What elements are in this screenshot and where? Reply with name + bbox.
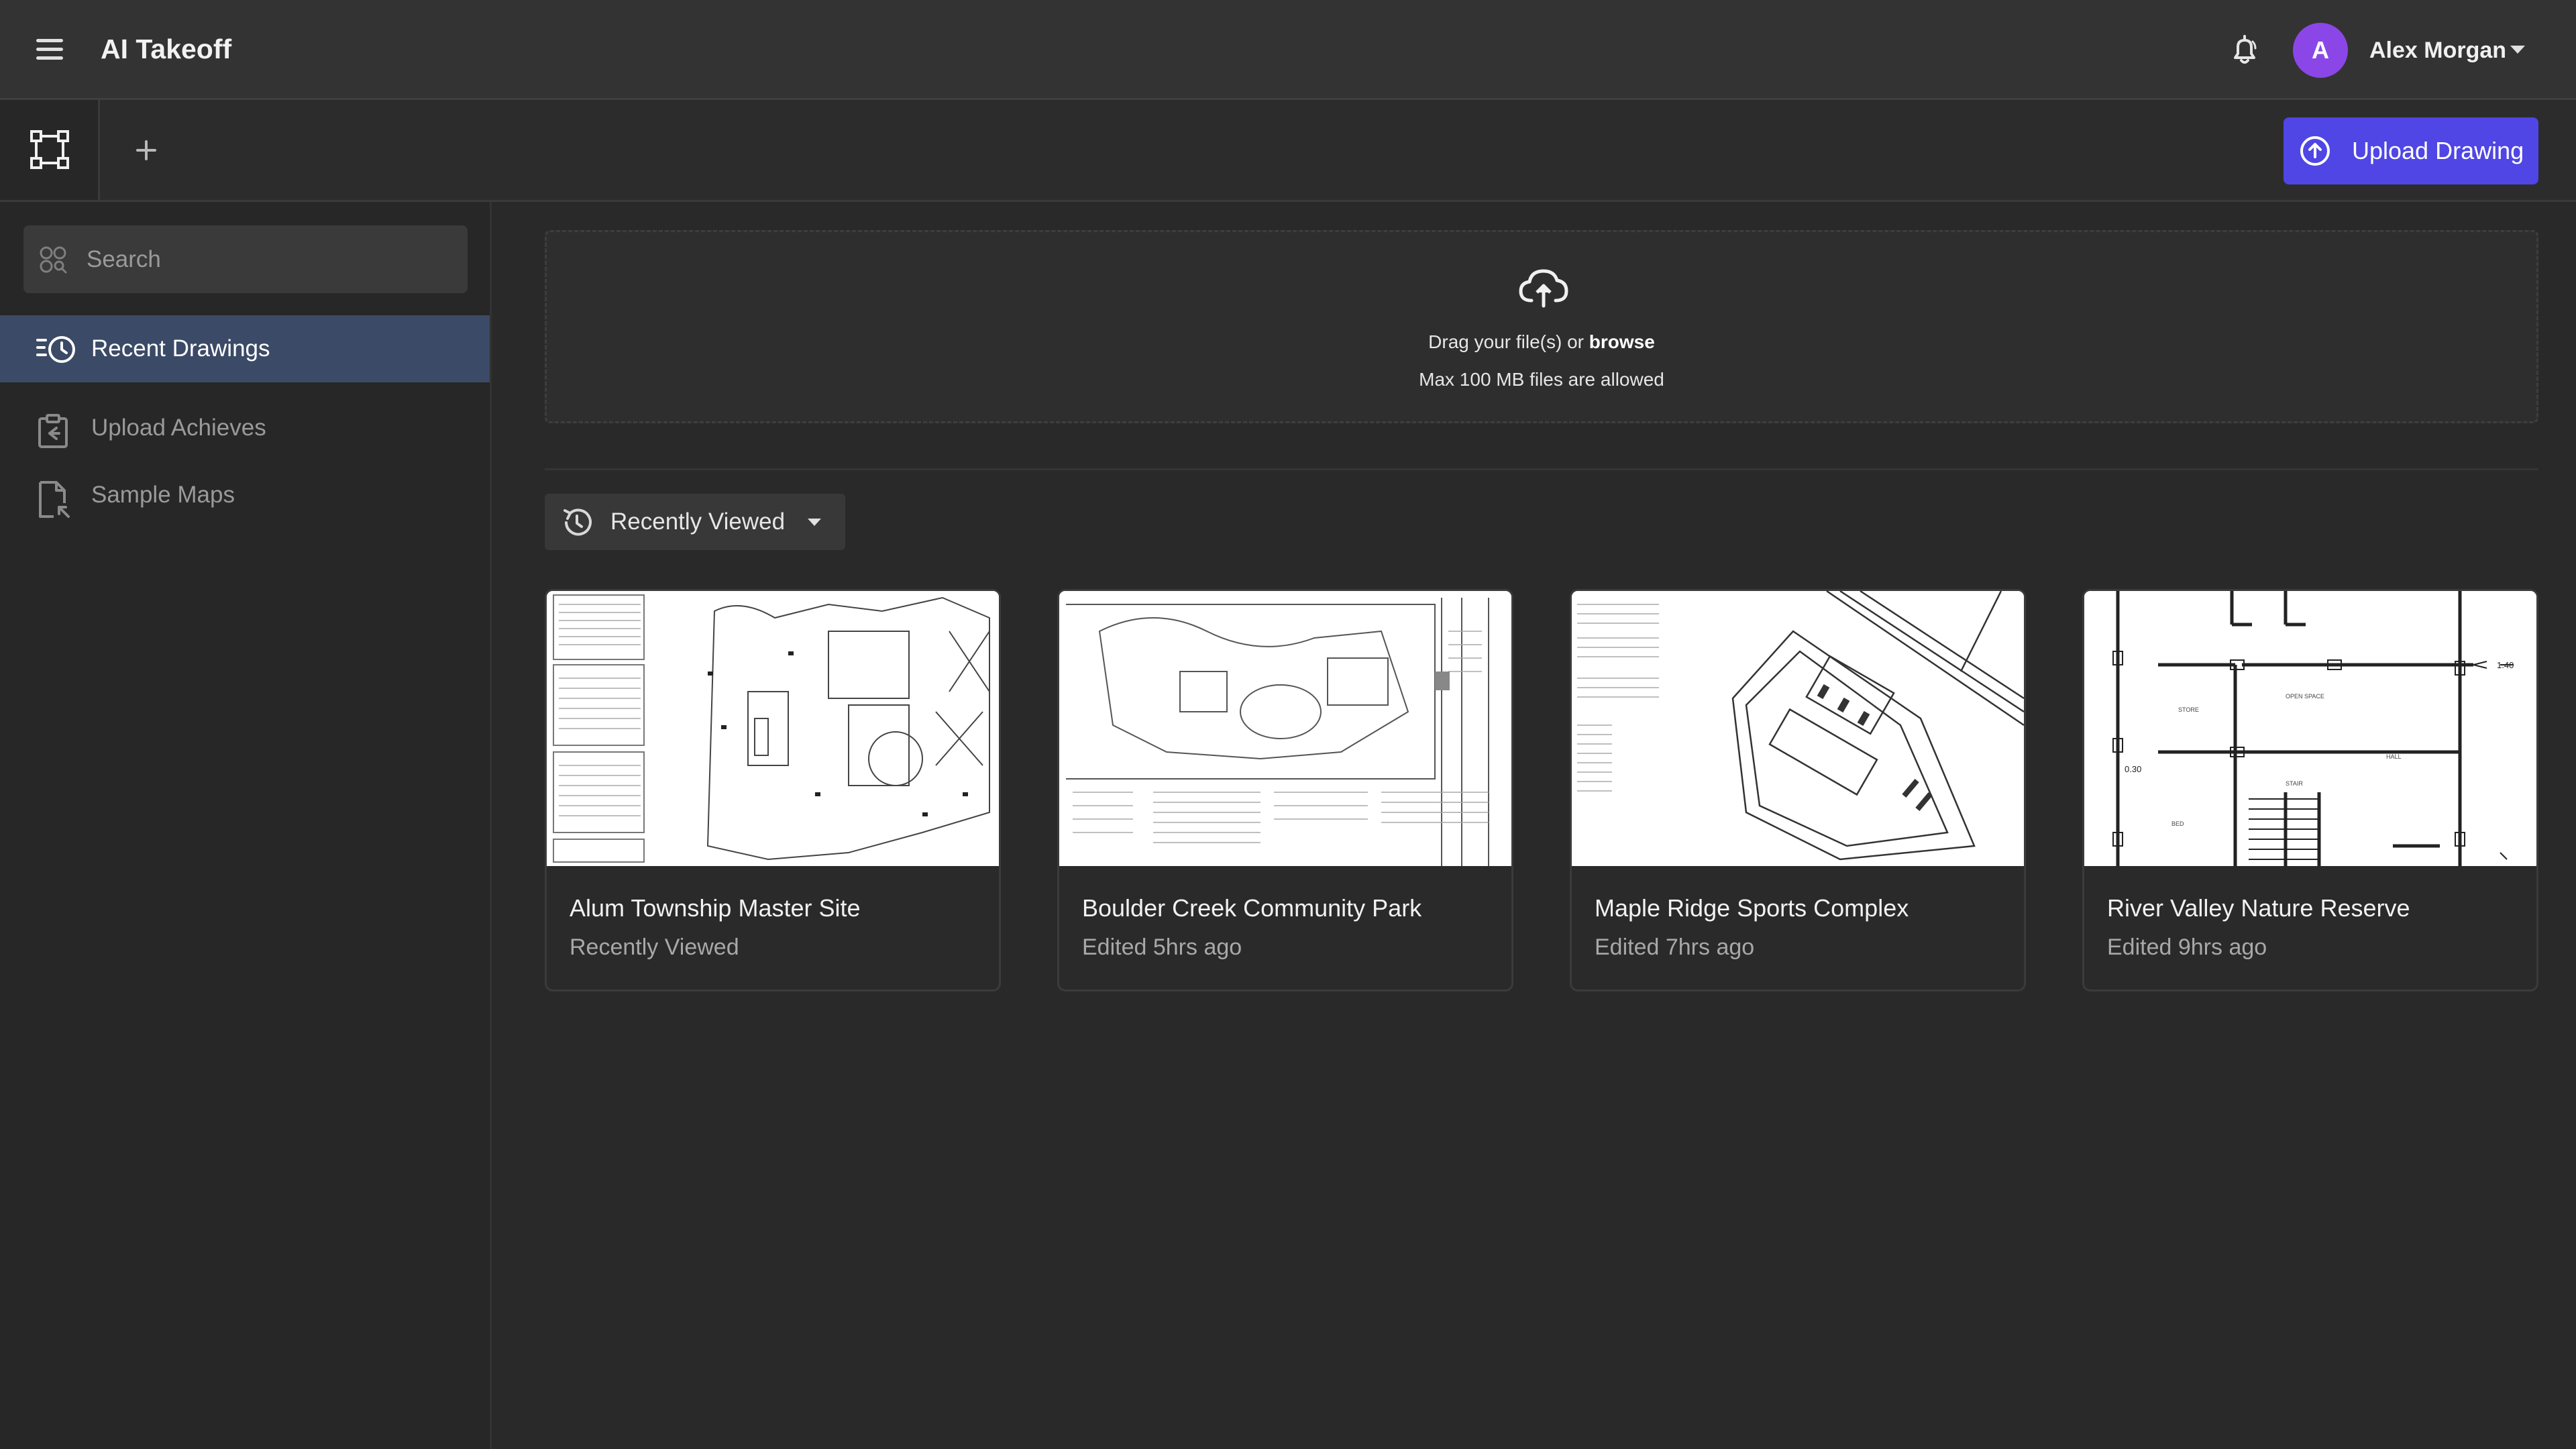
drawing-thumbnail [547, 591, 999, 866]
document-icon [39, 481, 70, 518]
history-icon [564, 508, 592, 536]
sidebar-item-label: Upload Achieves [91, 415, 266, 441]
history-icon [36, 336, 75, 363]
hamburger-menu-icon[interactable] [36, 38, 64, 62]
app-title: AI Takeoff [101, 34, 232, 64]
upload-archive-icon [38, 414, 68, 448]
chevron-down-icon[interactable] [2510, 46, 2525, 54]
drawing-thumbnail [1059, 591, 1511, 866]
upload-circle-icon [2300, 136, 2330, 166]
svg-text:OPEN SPACE: OPEN SPACE [2286, 693, 2324, 700]
bell-icon[interactable] [2226, 32, 2263, 70]
browse-link[interactable]: browse [1589, 331, 1655, 352]
drawing-card[interactable]: Maple Ridge Sports Complex Edited 7hrs a… [1570, 589, 2026, 991]
sidebar-item-label: Sample Maps [91, 482, 235, 508]
drawing-thumbnail [1572, 591, 2024, 866]
svg-text:BED: BED [2171, 820, 2184, 827]
add-tab-icon[interactable] [127, 132, 162, 167]
dropzone-text: Drag your file(s) or browse [547, 331, 2536, 353]
search-box[interactable] [23, 225, 468, 293]
sort-dropdown-label: Recently Viewed [610, 508, 786, 535]
chevron-down-icon [808, 519, 821, 526]
card-title: Boulder Creek Community Park [1082, 894, 1422, 922]
tab-bar: Upload Drawing [0, 100, 2576, 202]
svg-text:0.30: 0.30 [2125, 764, 2141, 774]
vector-shape-icon [30, 130, 69, 169]
upload-drawing-button[interactable]: Upload Drawing [2284, 117, 2538, 184]
svg-text:1.40: 1.40 [2497, 660, 2514, 670]
card-subtitle: Edited 5hrs ago [1082, 934, 1242, 960]
search-icon [40, 246, 67, 274]
drawing-thumbnail: STORE OPEN SPACE HALL STAIR BED 1.40 0.3… [2084, 591, 2536, 866]
drawing-card[interactable]: Boulder Creek Community Park Edited 5hrs… [1057, 589, 1513, 991]
user-name[interactable]: Alex Morgan [2369, 38, 2506, 64]
file-dropzone[interactable]: Drag your file(s) or browse Max 100 MB f… [545, 230, 2538, 423]
sidebar-item-label: Recent Drawings [91, 335, 270, 362]
card-subtitle: Recently Viewed [570, 934, 739, 960]
sidebar-item-upload-achieves[interactable]: Upload Achieves [0, 394, 490, 462]
cloud-upload-icon [1519, 269, 1568, 308]
card-title: Alum Township Master Site [570, 894, 861, 922]
search-input[interactable] [87, 225, 449, 293]
drawing-card[interactable]: Alum Township Master Site Recently Viewe… [545, 589, 1001, 991]
top-header: AI Takeoff A Alex Morgan [0, 0, 2576, 100]
card-title: River Valley Nature Reserve [2107, 894, 2410, 922]
section-divider [545, 468, 2538, 470]
card-title: Maple Ridge Sports Complex [1595, 894, 1909, 922]
tab-drawing[interactable] [0, 100, 100, 200]
card-subtitle: Edited 7hrs ago [1595, 934, 1755, 960]
upload-drawing-label: Upload Drawing [2352, 137, 2524, 164]
drawing-card[interactable]: STORE OPEN SPACE HALL STAIR BED 1.40 0.3… [2082, 589, 2538, 991]
sort-dropdown[interactable]: Recently Viewed [545, 494, 845, 550]
dropzone-limit-text: Max 100 MB files are allowed [1419, 369, 1664, 390]
sidebar: Recent Drawings Upload Achieves Sample M… [0, 202, 492, 1449]
sidebar-item-sample-maps[interactable]: Sample Maps [0, 462, 490, 529]
svg-text:STORE: STORE [2178, 706, 2199, 713]
sidebar-item-recent-drawings[interactable]: Recent Drawings [0, 315, 490, 382]
dropzone-instruction: Drag your file(s) or [1428, 331, 1585, 352]
svg-text:STAIR: STAIR [2286, 780, 2303, 787]
card-subtitle: Edited 9hrs ago [2107, 934, 2267, 960]
svg-text:HALL: HALL [2386, 753, 2402, 760]
avatar[interactable]: A [2293, 23, 2348, 78]
